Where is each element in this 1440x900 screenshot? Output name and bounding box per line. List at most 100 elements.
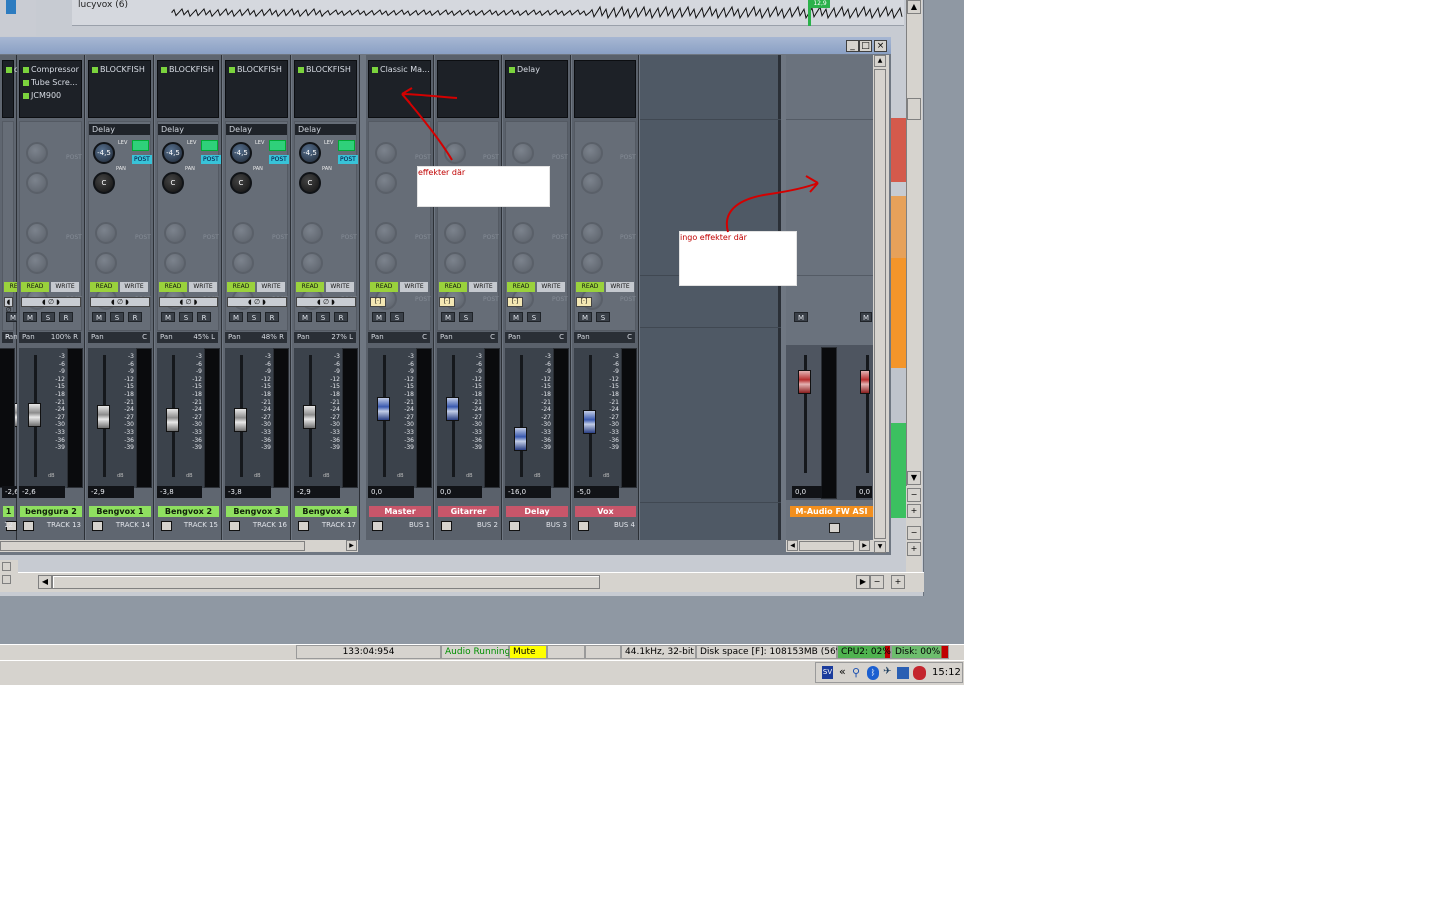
strips-hscroll[interactable]: ▶	[0, 540, 358, 552]
scroll-left-button[interactable]: ◀	[787, 540, 798, 551]
volume-fader[interactable]	[583, 410, 596, 434]
solo-button[interactable]: S	[390, 312, 404, 322]
record-arm-button[interactable]: R	[59, 312, 73, 322]
pan-control[interactable]: Pan 48% R	[225, 332, 287, 343]
scroll-right-button[interactable]: ▶	[859, 540, 870, 551]
volume-readout[interactable]: -2,6	[19, 486, 65, 498]
strip-name[interactable]: benggura 2	[20, 506, 82, 517]
mute-button[interactable]: M	[578, 312, 592, 322]
clip[interactable]	[891, 368, 906, 423]
output-fader-right[interactable]	[860, 370, 870, 394]
volume-readout[interactable]: -16,0	[505, 486, 551, 498]
strip-name[interactable]: Gitarrer	[438, 506, 499, 517]
mute-button[interactable]: M	[794, 312, 808, 322]
zoom-in-icon[interactable]: +	[907, 542, 921, 556]
scroll-thumb[interactable]	[0, 541, 305, 551]
volume-fader[interactable]	[303, 404, 316, 429]
zoom-out-icon[interactable]: −	[870, 575, 884, 589]
strip-name[interactable]: Bengvox 3	[226, 506, 288, 517]
status-mute[interactable]: Mute	[509, 645, 547, 659]
solo-button[interactable]: S	[247, 312, 261, 322]
pan-control[interactable]: Pan C	[437, 332, 498, 343]
volume-fader[interactable]	[446, 396, 459, 421]
output-volume-right[interactable]: 0,0	[856, 486, 872, 498]
strip-name[interactable]: Master	[369, 506, 431, 517]
network-icon[interactable]: ⚲	[852, 666, 865, 680]
scroll-thumb[interactable]	[799, 541, 854, 551]
pan-control[interactable]: Pan C	[368, 332, 430, 343]
solo-button[interactable]: S	[179, 312, 193, 322]
mute-button[interactable]: M	[441, 312, 455, 322]
volume-readout[interactable]: 0,0	[368, 486, 414, 498]
pan-control[interactable]: Pan 100% R	[19, 332, 81, 343]
volume-fader[interactable]	[166, 407, 179, 432]
volume-readout[interactable]: -3,8	[225, 486, 271, 498]
solo-button[interactable]: S	[459, 312, 473, 322]
strip-name[interactable]: Bengvox 2	[158, 506, 219, 517]
layout-icon[interactable]	[2, 562, 11, 571]
track-hscroll-thumb[interactable]	[52, 575, 600, 589]
input-icon[interactable]	[23, 521, 34, 531]
collapse-icon[interactable]	[2, 575, 11, 584]
record-arm-button[interactable]: R	[265, 312, 279, 322]
volume-fader[interactable]	[514, 426, 527, 451]
mute-button[interactable]: M	[92, 312, 106, 322]
zoom-in-icon[interactable]: +	[891, 575, 905, 589]
volume-readout[interactable]: 0,0	[437, 486, 482, 498]
volume-readout[interactable]: -2,9	[294, 486, 340, 498]
scroll-left-button[interactable]: ◀	[38, 575, 52, 589]
bluetooth-icon[interactable]: ᛒ	[867, 666, 879, 680]
scroll-down-button[interactable]: ▼	[907, 471, 921, 485]
pan-control[interactable]: Pan 45% L	[157, 332, 218, 343]
clip[interactable]	[891, 423, 906, 518]
solo-button[interactable]: S	[316, 312, 330, 322]
zoom-in-icon[interactable]: +	[907, 504, 921, 518]
input-icon[interactable]	[509, 521, 520, 531]
scroll-right-button[interactable]: ▶	[346, 540, 357, 551]
mute-button[interactable]: M	[229, 312, 243, 322]
strip-name[interactable]: Bengvox 4	[295, 506, 357, 517]
shield-icon[interactable]	[913, 666, 926, 680]
output-hscroll[interactable]: ◀ ▶	[786, 540, 873, 552]
input-icon[interactable]	[229, 521, 240, 531]
zoom-out-icon[interactable]: −	[907, 526, 921, 540]
strip-name[interactable]: Delay	[506, 506, 568, 517]
pan-control[interactable]: Pan R	[2, 332, 18, 343]
mute-button[interactable]: M	[23, 312, 37, 322]
solo-button[interactable]: S	[527, 312, 541, 322]
mute-button[interactable]: M	[509, 312, 523, 322]
scroll-right-button[interactable]: ▶	[856, 575, 870, 589]
volume-readout[interactable]: -2,9	[88, 486, 134, 498]
language-icon[interactable]: SV	[822, 666, 833, 679]
pan-control[interactable]: Pan C	[505, 332, 567, 343]
mute-button[interactable]: M	[298, 312, 312, 322]
input-icon[interactable]	[441, 521, 452, 531]
mute-button[interactable]: M	[372, 312, 386, 322]
output-fader-left[interactable]	[798, 370, 811, 394]
volume-fader[interactable]	[97, 404, 110, 429]
monitor-icon[interactable]	[897, 667, 909, 679]
output-name[interactable]: M-Audio FW ASI	[790, 506, 873, 517]
zoom-out-icon[interactable]: −	[907, 488, 921, 502]
output-volume-left[interactable]: 0,0	[792, 486, 822, 498]
volume-fader[interactable]	[377, 396, 390, 421]
output-icon[interactable]	[829, 523, 840, 533]
antenna-icon[interactable]: ✈	[883, 666, 895, 680]
strip-name[interactable]: 1	[3, 506, 14, 517]
input-icon[interactable]	[372, 521, 383, 531]
volume-fader[interactable]	[28, 403, 41, 428]
pan-control[interactable]: Pan C	[88, 332, 150, 343]
scroll-down-button[interactable]: ▼	[874, 541, 886, 553]
solo-button[interactable]: S	[41, 312, 55, 322]
mute-button[interactable]: M	[860, 312, 872, 322]
strip-name[interactable]: Vox	[575, 506, 636, 517]
record-arm-button[interactable]: R	[334, 312, 348, 322]
input-icon[interactable]	[298, 521, 309, 531]
solo-button[interactable]: S	[110, 312, 124, 322]
volume-readout[interactable]: -3,8	[157, 486, 202, 498]
input-icon[interactable]	[92, 521, 103, 531]
clock[interactable]: 15:12	[932, 667, 961, 678]
strip-name[interactable]: Bengvox 1	[89, 506, 151, 517]
mute-button[interactable]: M	[161, 312, 175, 322]
pan-control[interactable]: Pan C	[574, 332, 635, 343]
